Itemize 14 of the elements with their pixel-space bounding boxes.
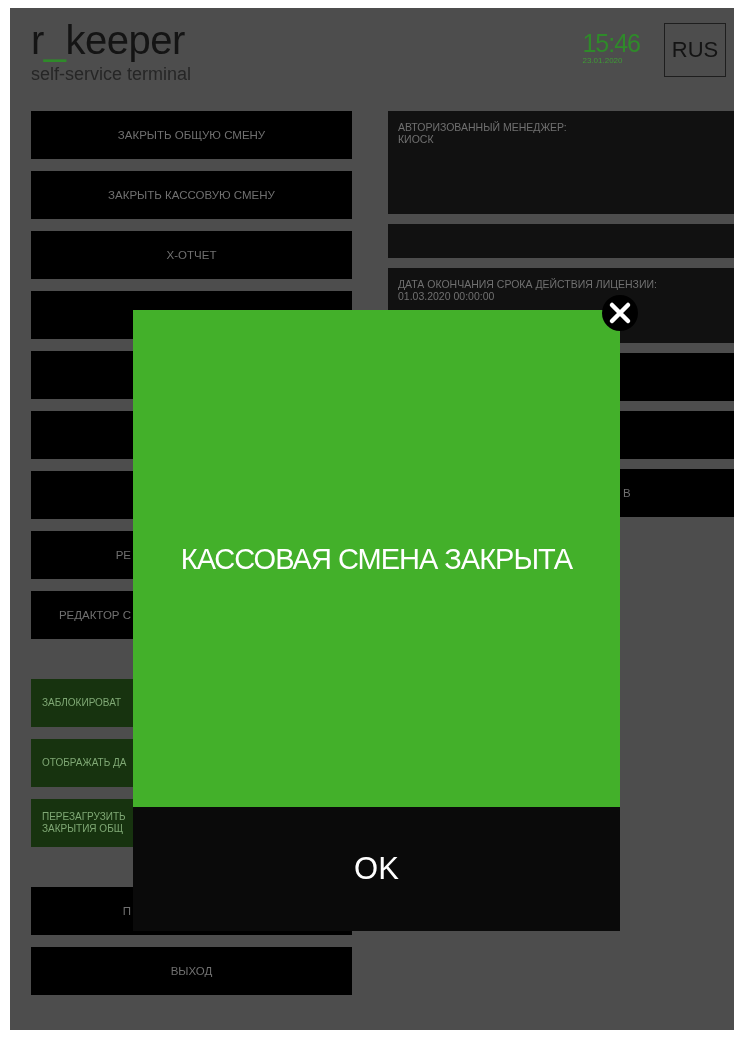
menu-button[interactable]: ВЫХОД (31, 947, 352, 995)
menu-button[interactable]: Х-ОТЧЕТ (31, 231, 352, 279)
ok-button[interactable]: OK (133, 807, 620, 931)
menu-button[interactable]: ЗАКРЫТЬ ОБЩУЮ СМЕНУ (31, 111, 352, 159)
clock-time: 15:46 (582, 30, 640, 56)
logo: r_keeper (31, 17, 185, 64)
menu-button[interactable]: ЗАКРЫТЬ КАССОВУЮ СМЕНУ (31, 171, 352, 219)
close-icon[interactable] (602, 295, 638, 331)
info-text: АВТОРИЗОВАННЫЙ МЕНЕДЖЕР: (398, 121, 568, 133)
info-text: 01.03.2020 00:00:00 (398, 290, 496, 302)
clock-date: 23.01.2020 (582, 56, 624, 65)
info-text: ДАТА ОКОНЧАНИЯ СРОКА ДЕЙСТВИЯ ЛИЦЕНЗИИ: (398, 278, 658, 290)
dialog-message: КАССОВАЯ СМЕНА ЗАКРЫТА (180, 543, 573, 576)
info-text: КИОСК (398, 133, 435, 145)
